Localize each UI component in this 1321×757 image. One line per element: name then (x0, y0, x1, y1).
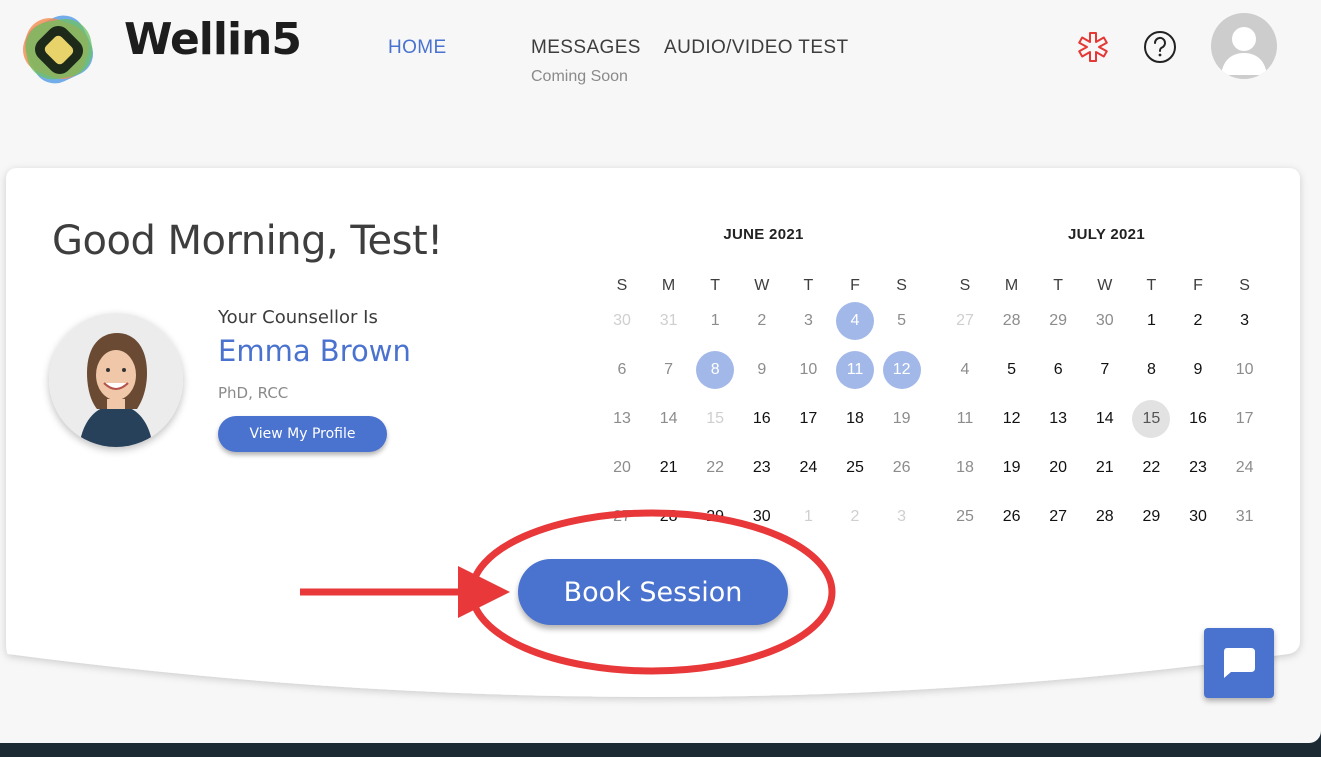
calendar-day-selected[interactable]: 11 (836, 351, 874, 389)
weekday-header: F (850, 277, 860, 294)
calendar-day-selected[interactable]: 8 (696, 351, 735, 389)
weekday-header: T (710, 277, 721, 294)
counsellor-photo (49, 313, 183, 447)
calendar-day-avail[interactable]: 14 (1086, 400, 1124, 438)
messages-coming-soon: Coming Soon (531, 68, 628, 85)
app-window: Wellin5 HOME MESSAGES Coming Soon AUDIO/… (0, 0, 1321, 743)
weekday-header: T (1053, 277, 1064, 294)
calendar-title: JULY 2021 (1068, 226, 1145, 243)
counsellor-label: Your Counsellor Is (218, 307, 378, 328)
greeting-heading: Good Morning, Test! (52, 218, 443, 264)
calendar-day-avail[interactable]: 27 (1039, 498, 1077, 536)
calendar-day-avail[interactable]: 20 (1039, 449, 1077, 487)
calendar-day-avail[interactable]: 7 (1086, 351, 1124, 389)
calendar-day-avail[interactable]: 23 (743, 449, 781, 487)
user-avatar[interactable] (1211, 13, 1277, 79)
calendar-day-past: 22 (706, 459, 725, 476)
calendar-day-avail[interactable]: 16 (743, 400, 781, 438)
calendar-day-past: 26 (892, 459, 911, 476)
calendar-day-avail[interactable]: 3 (1226, 302, 1264, 340)
calendar-day-avail[interactable]: 16 (1179, 400, 1217, 438)
wellin5-logo[interactable] (14, 2, 106, 96)
view-profile-button[interactable]: View My Profile (218, 416, 387, 452)
weekday-header: S (616, 277, 628, 294)
counsellor-name[interactable]: Emma Brown (218, 334, 411, 368)
calendar-title: JUNE 2021 (723, 226, 804, 243)
calendar-day-avail[interactable]: 19 (993, 449, 1031, 487)
calendar-day-out: 2 (850, 508, 860, 525)
help-icon[interactable] (1142, 29, 1178, 65)
brand-name: Wellin5 (124, 14, 302, 65)
calendar-day-past: 7 (664, 361, 674, 378)
calendar-day-past: 29 (1049, 312, 1068, 329)
calendar-day-past: 25 (956, 508, 974, 525)
calendar-day-past: 19 (892, 410, 911, 427)
calendar-day-avail[interactable]: 12 (993, 400, 1031, 438)
calendar-day-past: 24 (1235, 459, 1254, 476)
chat-bubble-icon (1224, 648, 1255, 678)
calendar-day-avail[interactable]: 2 (1179, 302, 1217, 340)
weekday-header: S (959, 277, 971, 294)
calendar-day-avail[interactable]: 25 (836, 449, 874, 487)
calendar-day-avail[interactable]: 13 (1039, 400, 1077, 438)
calendar-day-avail[interactable]: 26 (993, 498, 1031, 536)
calendar-day-avail[interactable]: 6 (1039, 351, 1077, 389)
calendar-day-past: 10 (1235, 361, 1254, 378)
calendar-day-avail[interactable]: 9 (1179, 351, 1217, 389)
calendar-day-avail[interactable]: 23 (1179, 449, 1217, 487)
weekday-header: S (1239, 277, 1250, 294)
calendar-day-past: 6 (617, 361, 627, 378)
weekday-header: W (754, 277, 770, 294)
chat-button[interactable] (1204, 628, 1274, 698)
calendar-day-past: 13 (613, 410, 631, 427)
weekday-header: M (1004, 277, 1019, 294)
nav-messages[interactable]: MESSAGES (531, 37, 641, 59)
calendar-day-past: 17 (1235, 410, 1254, 427)
calendar-day-avail[interactable]: 29 (696, 498, 734, 536)
calendar-day-avail[interactable]: 30 (743, 498, 781, 536)
weekday-header: W (1097, 277, 1113, 294)
calendar-day-past: 1 (710, 312, 720, 329)
calendar-day-out: 31 (659, 312, 678, 329)
nav-audio-video-test[interactable]: AUDIO/VIDEO TEST (664, 37, 848, 59)
weekday-header: S (896, 277, 907, 294)
calendar-day-out: 27 (956, 312, 974, 329)
calendar-day-past: 4 (960, 361, 970, 378)
counsellor-credentials: PhD, RCC (218, 384, 289, 402)
calendar-day-avail[interactable]: 28 (650, 498, 688, 536)
calendar-day-past: 20 (613, 459, 631, 476)
calendar-day-past: 18 (956, 459, 974, 476)
calendar-day-past: 5 (897, 312, 907, 329)
weekday-header: M (661, 277, 676, 294)
calendar-day-past: 14 (659, 410, 678, 427)
calendar-day-avail[interactable]: 30 (1179, 498, 1217, 536)
calendar-day-avail[interactable]: 21 (650, 449, 688, 487)
calendar-day-selected[interactable]: 4 (836, 302, 874, 340)
calendar-day-past: 11 (956, 410, 974, 427)
calendar-day-past: 27 (613, 508, 631, 525)
calendar-day-past: 31 (1235, 508, 1254, 525)
calendar-day-past: 28 (1002, 312, 1021, 329)
emergency-star-icon[interactable] (1075, 29, 1111, 65)
calendar-day-past: 30 (1095, 312, 1114, 329)
calendar-day-selected[interactable]: 12 (882, 351, 921, 389)
calendar-day-avail[interactable]: 5 (993, 351, 1031, 389)
user-silhouette-icon (1221, 27, 1267, 75)
book-session-button[interactable]: Book Session (518, 559, 788, 625)
calendar-day-avail[interactable]: 28 (1086, 498, 1124, 536)
calendar-day-avail[interactable]: 21 (1086, 449, 1124, 487)
weekday-header: F (1193, 277, 1203, 294)
calendar-day-past: 2 (757, 312, 767, 329)
calendar-day-avail[interactable]: 18 (836, 400, 874, 438)
calendar-day-past: 9 (757, 361, 767, 378)
calendar-day-out: 30 (613, 312, 631, 329)
calendar-day-out: 3 (897, 508, 907, 525)
calendar-day-out: 15 (706, 410, 725, 427)
nav-home[interactable]: HOME (388, 37, 447, 59)
